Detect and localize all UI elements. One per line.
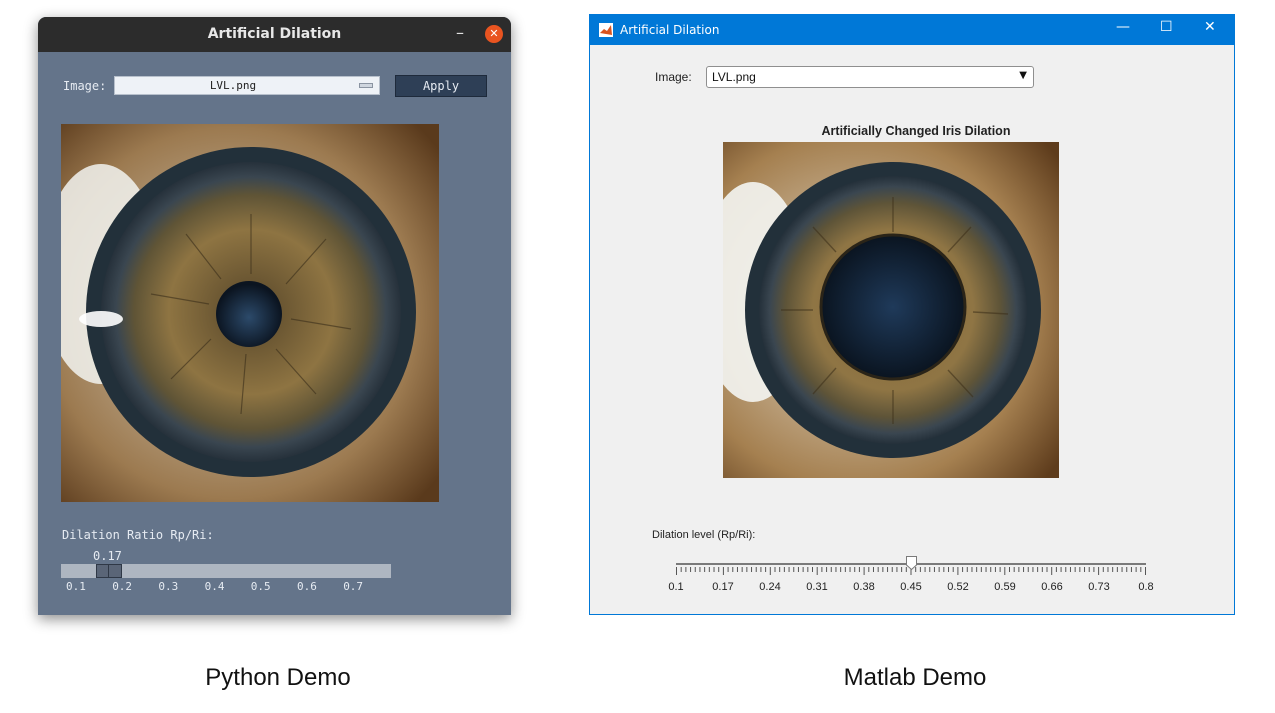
matlab-slider-tick-label: 0.59 xyxy=(994,581,1016,593)
matlab-titlebar[interactable]: Artificial Dilation — ☐ ✕ xyxy=(590,15,1234,45)
python-titlebar[interactable]: Artificial Dilation – ✕ xyxy=(38,17,511,52)
maximize-icon[interactable]: ☐ xyxy=(1160,19,1173,35)
python-slider-tick-label: 0.7 xyxy=(343,580,364,593)
dropdown-arrow-icon[interactable]: ▼ xyxy=(1019,70,1027,81)
python-slider-tick-label: 0.6 xyxy=(297,580,317,593)
matlab-image-select[interactable]: LVL.png ▼ xyxy=(706,66,1034,88)
matlab-window: Artificial Dilation — ☐ ✕ Image: LVL.png… xyxy=(589,14,1235,615)
python-eye-image xyxy=(61,124,439,502)
python-slider-tick-label: 0.1 xyxy=(66,580,86,593)
matlab-image-label: Image: xyxy=(655,70,692,84)
axes-title: Artificially Changed Iris Dilation xyxy=(821,124,1011,138)
python-demo-caption: Python Demo xyxy=(205,664,351,691)
python-slider-tick-label: 0.5 xyxy=(250,580,271,593)
close-icon[interactable]: ✕ xyxy=(485,25,503,43)
matlab-slider-tick-label: 0.1 xyxy=(668,581,684,593)
python-image-select-value: LVL.png xyxy=(209,79,257,92)
python-slider-tick-label: 0.2 xyxy=(112,580,133,593)
python-image-select[interactable]: LVL.png xyxy=(114,76,380,95)
python-slider-value: 0.17 xyxy=(93,549,122,563)
matlab-eye-image xyxy=(723,142,1059,478)
matlab-slider-tick-label: 0.52 xyxy=(947,581,969,593)
python-slider-thumb[interactable] xyxy=(96,564,122,578)
matlab-window-title: Artificial Dilation xyxy=(620,23,720,37)
matlab-demo-caption: Matlab Demo xyxy=(843,664,987,691)
matlab-slider-tick-label: 0.8 xyxy=(1138,581,1154,593)
matlab-slider-tick-label: 0.17 xyxy=(712,581,734,593)
python-dilation-label: Dilation Ratio Rp/Ri: xyxy=(62,528,214,542)
matlab-slider-thumb[interactable] xyxy=(906,556,917,570)
matlab-slider-tick-label: 0.24 xyxy=(759,581,781,593)
matlab-image-select-value: LVL.png xyxy=(712,70,756,84)
matlab-slider-tick-label: 0.45 xyxy=(900,581,922,593)
minimize-icon[interactable]: – xyxy=(456,25,464,41)
python-slider-tick-label: 0.3 xyxy=(158,580,179,593)
python-image-label: Image: xyxy=(63,79,107,93)
matlab-slider-tick-label: 0.31 xyxy=(806,581,828,593)
matlab-dilation-label: Dilation level (Rp/Ri): xyxy=(652,529,756,541)
apply-button[interactable]: Apply xyxy=(395,75,487,97)
matlab-slider-tick-label: 0.38 xyxy=(853,581,875,593)
python-window-title: Artificial Dilation xyxy=(207,26,342,42)
close-icon[interactable]: ✕ xyxy=(1204,19,1216,35)
dropdown-arrow-icon[interactable] xyxy=(359,83,373,88)
matlab-slider-tick-label: 0.66 xyxy=(1041,581,1063,593)
matlab-slider-tick-label: 0.73 xyxy=(1088,581,1110,593)
matlab-logo-icon xyxy=(599,23,613,37)
python-window: Artificial Dilation – ✕ Image: LVL.png A… xyxy=(38,17,511,615)
python-slider-tick-label: 0.4 xyxy=(204,580,225,593)
minimize-icon[interactable]: — xyxy=(1116,19,1130,35)
